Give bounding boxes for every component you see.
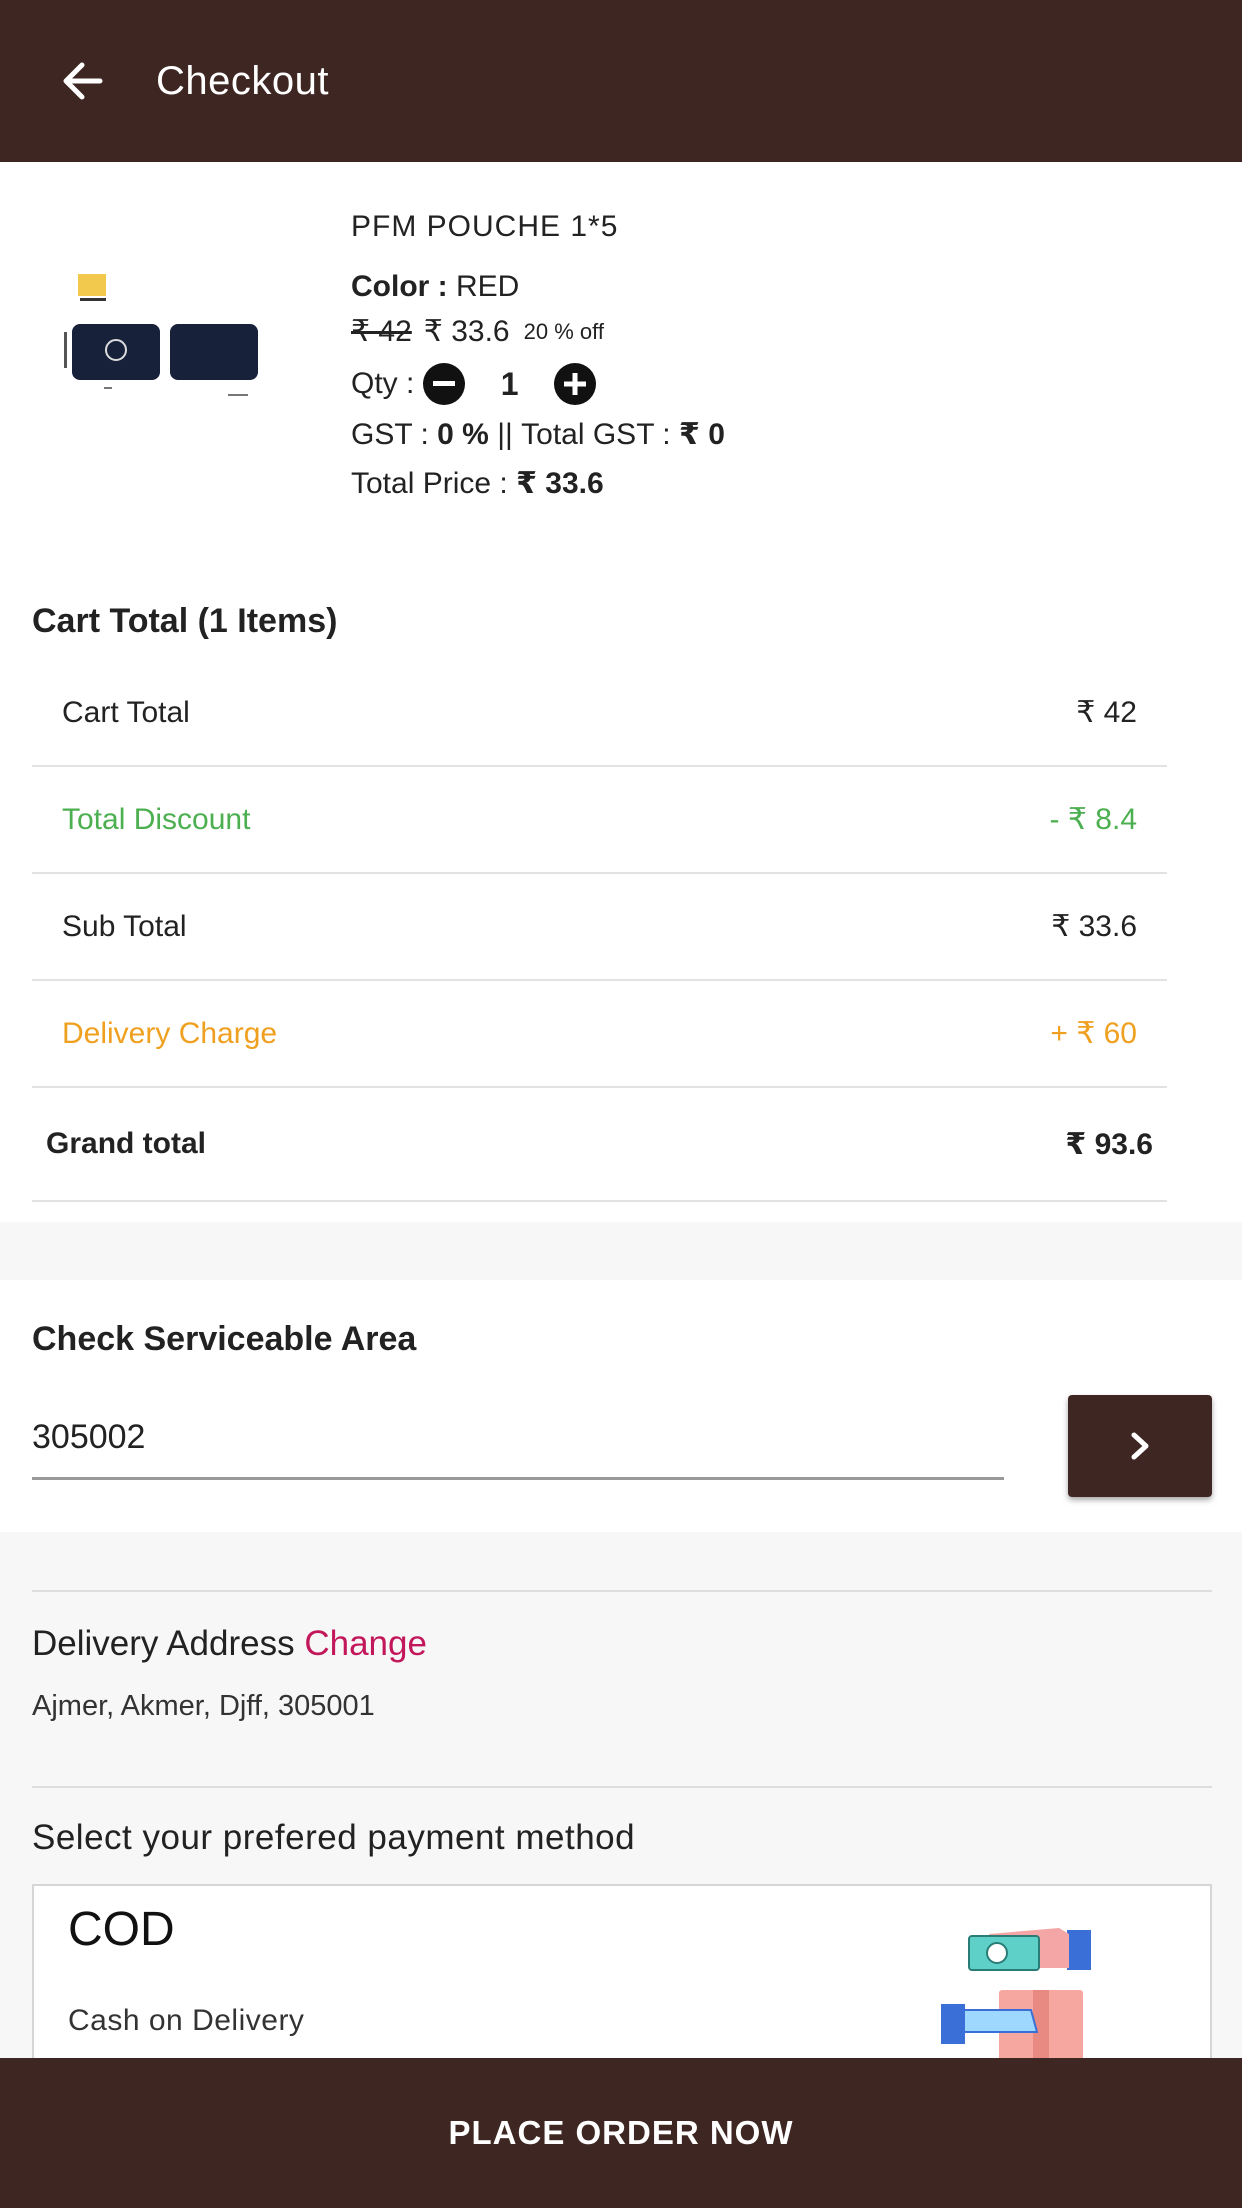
mrp-price: ₹ 42	[351, 315, 412, 348]
product-info: PFM POUCHE 1*5 Color : RED ₹ 42 ₹ 33.6 2…	[351, 210, 725, 501]
discount-percent: 20 % off	[523, 318, 604, 344]
color-label: Color :	[351, 270, 448, 303]
minus-icon	[432, 381, 455, 386]
total-gst-label: Total GST :	[521, 417, 671, 451]
selling-price: ₹ 33.6	[423, 315, 510, 348]
divider	[32, 1786, 1212, 1788]
pincode-input[interactable]	[32, 1398, 1004, 1480]
gst-value: 0 %	[437, 417, 489, 451]
chevron-right-icon	[1131, 1432, 1149, 1460]
payment-method-title: COD	[68, 1903, 175, 1956]
back-arrow-icon[interactable]	[58, 57, 106, 105]
section-spacer	[0, 1222, 1242, 1280]
payment-method-description: Cash on Delivery	[68, 2004, 305, 2037]
app-bar: Checkout	[0, 0, 1242, 162]
row-value: - ₹ 8.4	[1049, 803, 1137, 836]
place-order-button[interactable]: PLACE ORDER NOW	[0, 2058, 1242, 2208]
gst-label: GST :	[351, 417, 429, 451]
serviceable-area-section: Check Serviceable Area	[0, 1280, 1242, 1532]
delivery-address-text: Ajmer, Akmer, Djff, 305001	[32, 1690, 375, 1722]
cart-total-row: Cart Total ₹ 42	[32, 660, 1167, 767]
row-label: Sub Total	[62, 909, 187, 943]
qty-label: Qty :	[351, 367, 415, 400]
decrease-qty-button[interactable]	[422, 363, 465, 405]
page-title: Checkout	[156, 58, 329, 103]
row-label: Delivery Charge	[62, 1016, 278, 1050]
serviceable-area-heading: Check Serviceable Area	[32, 1320, 417, 1358]
total-price-value: ₹ 33.6	[516, 467, 604, 500]
delivery-charge-row: Delivery Charge + ₹ 60	[32, 981, 1167, 1088]
check-pincode-button[interactable]	[1068, 1395, 1212, 1497]
row-label: Total Discount	[62, 802, 251, 836]
row-value: ₹ 42	[1076, 696, 1137, 729]
total-discount-row: Total Discount - ₹ 8.4	[32, 767, 1167, 874]
grand-total-row: Grand total ₹ 93.6	[32, 1088, 1167, 1202]
cash-delivery-icon	[939, 1914, 1109, 2064]
total-gst-value: ₹ 0	[679, 418, 725, 451]
cart-summary: Cart Total ₹ 42 Total Discount - ₹ 8.4 S…	[32, 660, 1167, 1202]
row-value: ₹ 93.6	[1065, 1127, 1153, 1161]
row-label: Cart Total	[62, 695, 190, 729]
plus-icon	[564, 373, 587, 395]
total-price-label: Total Price :	[351, 466, 508, 500]
row-label: Grand total	[46, 1127, 207, 1160]
row-value: ₹ 33.6	[1051, 910, 1137, 943]
color-value: RED	[456, 270, 520, 303]
product-name: PFM POUCHE 1*5	[351, 210, 619, 243]
sub-total-row: Sub Total ₹ 33.6	[32, 874, 1167, 981]
increase-qty-button[interactable]	[554, 363, 597, 405]
product-image[interactable]	[60, 262, 280, 422]
product-card: PFM POUCHE 1*5 Color : RED ₹ 42 ₹ 33.6 2…	[0, 162, 1242, 542]
gst-separator: ||	[497, 417, 513, 451]
cart-total-heading: Cart Total (1 Items)	[32, 602, 338, 640]
change-address-link[interactable]: Change	[304, 1624, 427, 1663]
qty-value: 1	[500, 365, 519, 402]
divider	[32, 1590, 1212, 1592]
delivery-address-label: Delivery Address	[32, 1624, 295, 1663]
payment-method-heading: Select your prefered payment method	[32, 1818, 636, 1857]
delivery-address-heading: Delivery Address Change	[32, 1624, 427, 1664]
row-value: + ₹ 60	[1050, 1017, 1137, 1050]
